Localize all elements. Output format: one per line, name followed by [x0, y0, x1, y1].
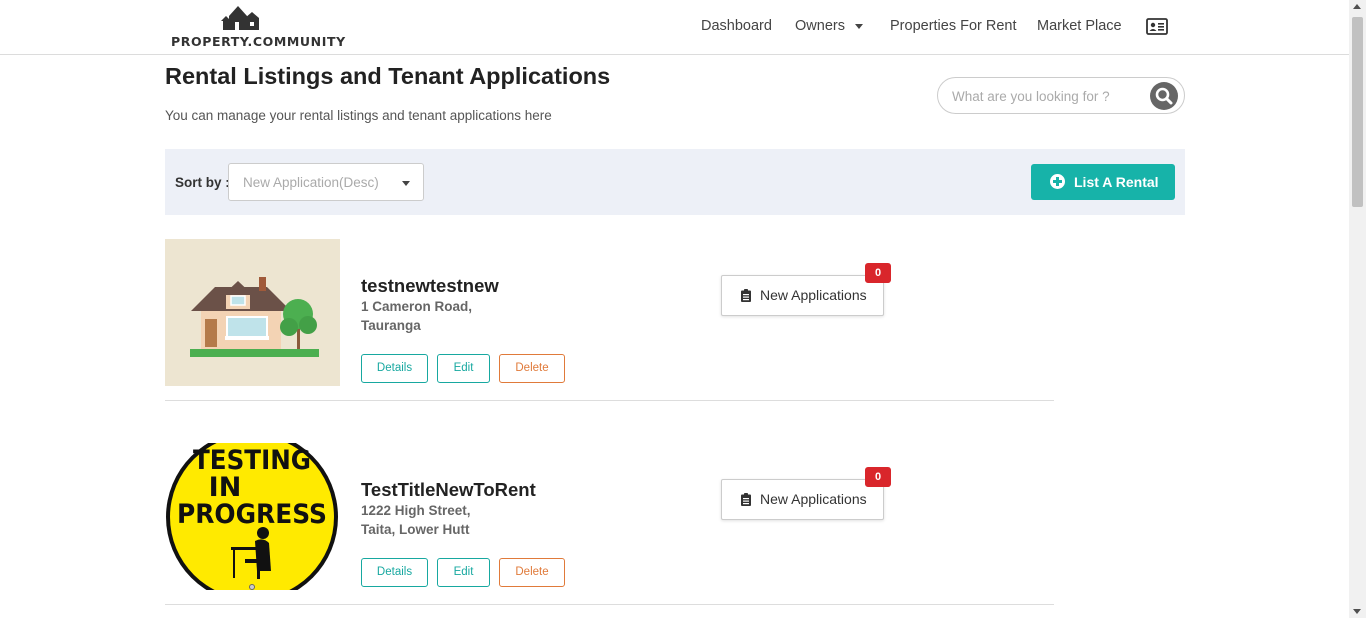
sign-text-line3: PROGRESS — [177, 499, 327, 530]
plus-circle-icon — [1050, 174, 1065, 189]
chevron-down-icon — [402, 181, 410, 186]
page-subtitle: You can manage your rental listings and … — [165, 108, 552, 123]
house-logo-icon — [221, 6, 259, 30]
page-title: Rental Listings and Tenant Applications — [165, 63, 611, 89]
listing-item: testnewtestnew 1 Cameron Road, Tauranga … — [165, 239, 1054, 401]
nav-dashboard[interactable]: Dashboard — [701, 18, 772, 34]
applications-count-badge: 0 — [865, 263, 891, 283]
details-button[interactable]: Details — [361, 558, 428, 587]
applications-count-badge: 0 — [865, 467, 891, 487]
new-applications-button[interactable]: New Applications — [721, 275, 884, 316]
listing-address-line2: Taita, Lower Hutt — [361, 522, 470, 537]
clipboard-icon — [741, 289, 751, 302]
clipboard-icon — [741, 493, 751, 506]
listing-item: TESTING IN PROGRESS TestTitleNewToRent 1… — [165, 443, 1054, 605]
scroll-up-icon[interactable] — [1353, 4, 1361, 9]
nav-owners-label: Owners — [795, 18, 845, 34]
house-illustration — [190, 277, 319, 357]
details-button[interactable]: Details — [361, 354, 428, 383]
new-applications-label: New Applications — [760, 287, 867, 303]
edit-button[interactable]: Edit — [437, 558, 490, 587]
list-a-rental-button[interactable]: List A Rental — [1031, 164, 1175, 200]
delete-button[interactable]: Delete — [499, 558, 565, 587]
sort-toolbar: Sort by : New Application(Desc) List A R… — [165, 149, 1185, 215]
scroll-down-icon[interactable] — [1353, 609, 1361, 614]
listing-title[interactable]: TestTitleNewToRent — [361, 479, 536, 501]
search-input[interactable] — [952, 86, 1142, 106]
sort-select[interactable]: New Application(Desc) — [228, 163, 424, 201]
logo-text: PROPERTY.COMMUNITY — [171, 34, 346, 49]
scroll-thumb[interactable] — [1352, 17, 1363, 207]
nav-owners[interactable]: Owners — [795, 18, 863, 34]
id-card-icon[interactable] — [1146, 18, 1168, 35]
testing-in-progress-sign: TESTING IN PROGRESS — [166, 443, 338, 590]
nav-market-place[interactable]: Market Place — [1037, 18, 1122, 34]
sort-selected-value: New Application(Desc) — [243, 175, 379, 190]
search-box — [937, 77, 1185, 114]
delete-button[interactable]: Delete — [499, 354, 565, 383]
edit-button[interactable]: Edit — [437, 354, 490, 383]
search-icon — [1155, 87, 1173, 105]
chevron-down-icon — [854, 23, 863, 29]
listing-address-line1: 1 Cameron Road, — [361, 299, 473, 314]
nav-properties-for-rent[interactable]: Properties For Rent — [890, 18, 1017, 34]
new-applications-label: New Applications — [760, 491, 867, 507]
new-applications-button[interactable]: New Applications — [721, 479, 884, 520]
listing-image[interactable] — [165, 239, 340, 386]
listing-title[interactable]: testnewtestnew — [361, 275, 499, 297]
list-a-rental-label: List A Rental — [1074, 174, 1159, 190]
site-header: PROPERTY.COMMUNITY Dashboard Owners Prop… — [0, 0, 1349, 55]
site-logo[interactable]: PROPERTY.COMMUNITY — [171, 4, 346, 50]
listing-image[interactable]: TESTING IN PROGRESS — [165, 443, 340, 590]
sort-label: Sort by : — [175, 175, 230, 190]
listing-address-line2: Tauranga — [361, 318, 421, 333]
vertical-scrollbar[interactable] — [1349, 0, 1366, 618]
listing-address-line1: 1222 High Street, — [361, 503, 471, 518]
search-button[interactable] — [1150, 82, 1178, 110]
